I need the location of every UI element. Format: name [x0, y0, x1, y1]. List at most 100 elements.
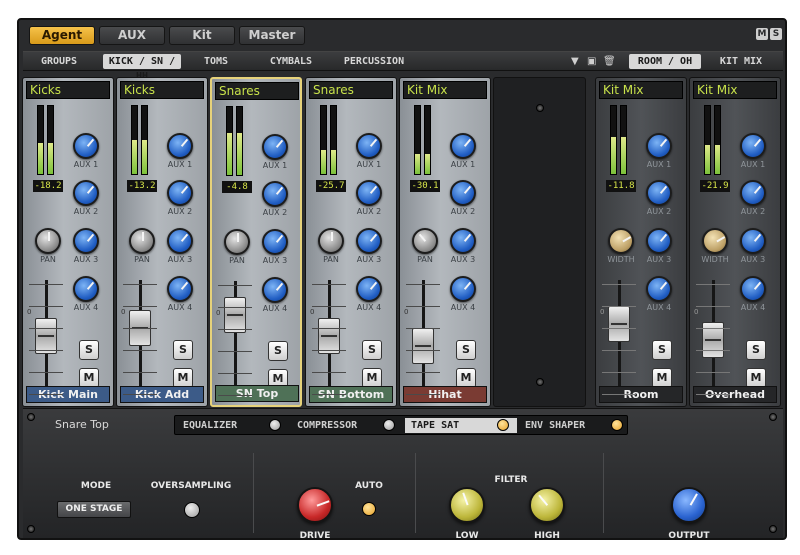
aux3-knob[interactable]	[167, 228, 193, 254]
tab-kit[interactable]: Kit	[169, 26, 235, 45]
group-name[interactable]: Kit Mix	[693, 81, 777, 99]
equalizer-power-led[interactable]	[269, 419, 281, 431]
aux1-knob[interactable]	[167, 133, 193, 159]
pan-knob[interactable]	[35, 228, 61, 254]
mute-button[interactable]: M	[456, 368, 476, 388]
aux4-knob[interactable]	[73, 276, 99, 302]
level-meter	[330, 105, 337, 175]
pan-knob[interactable]	[412, 228, 438, 254]
aux4-knob[interactable]	[262, 277, 288, 303]
group-tab-cymbals[interactable]: CYMBALS	[259, 54, 323, 69]
save-icon[interactable]: ▣	[587, 56, 596, 68]
group-name[interactable]: Kicks	[26, 81, 110, 99]
aux2-knob[interactable]	[356, 180, 382, 206]
mute-button[interactable]: M	[173, 368, 193, 388]
mode-selector[interactable]: ONE STAGE	[57, 501, 131, 518]
volume-fader[interactable]	[318, 318, 340, 354]
aux2-knob[interactable]	[73, 180, 99, 206]
fader-zero-mark: 0	[404, 308, 409, 316]
fader-scale-tick	[602, 394, 636, 395]
aux2-knob[interactable]	[262, 181, 288, 207]
level-readout: -11.8	[606, 180, 636, 192]
filter-high-knob[interactable]	[529, 487, 565, 523]
aux2-knob[interactable]	[740, 180, 766, 206]
aux1-knob[interactable]	[262, 134, 288, 160]
solo-button[interactable]: S	[173, 340, 193, 360]
output-label: OUTPUT	[668, 531, 710, 541]
solo-button[interactable]: S	[456, 340, 476, 360]
volume-fader[interactable]	[35, 318, 57, 354]
group-tab-toms[interactable]: TOMS	[191, 54, 241, 69]
solo-button[interactable]: S	[746, 340, 766, 360]
aux2-knob[interactable]	[167, 180, 193, 206]
group-tab-kick-sn-hh[interactable]: KICK / SN / HH	[103, 54, 181, 82]
tab-agent[interactable]: Agent	[29, 26, 95, 45]
aux3-knob[interactable]	[73, 228, 99, 254]
aux1-knob[interactable]	[356, 133, 382, 159]
width-knob[interactable]	[702, 228, 728, 254]
aux1-knob[interactable]	[740, 133, 766, 159]
tab-master[interactable]: Master	[239, 26, 305, 45]
volume-fader[interactable]	[608, 306, 630, 342]
mute-button[interactable]: M	[362, 368, 382, 388]
tape-sat-power-led[interactable]	[497, 419, 509, 431]
aux3-knob[interactable]	[740, 228, 766, 254]
tab-aux[interactable]: AUX	[99, 26, 165, 45]
env-shaper-power-led[interactable]	[611, 419, 623, 431]
level-meter	[704, 105, 711, 175]
aux2-knob[interactable]	[646, 180, 672, 206]
volume-fader[interactable]	[224, 297, 246, 333]
aux4-knob[interactable]	[356, 276, 382, 302]
aux3-knob[interactable]	[356, 228, 382, 254]
solo-button[interactable]: S	[79, 340, 99, 360]
level-meter	[236, 106, 243, 176]
output-knob[interactable]	[671, 487, 707, 523]
group-name[interactable]: Kit Mix	[403, 81, 487, 99]
fader-scale-tick	[406, 350, 440, 351]
filter-low-knob[interactable]	[449, 487, 485, 523]
aux1-knob[interactable]	[73, 133, 99, 159]
aux3-knob[interactable]	[646, 228, 672, 254]
mute-button[interactable]: M	[79, 368, 99, 388]
view-tab-kit-mix[interactable]: KIT MIX	[709, 54, 773, 69]
fader-scale-tick	[123, 328, 157, 329]
pan-knob[interactable]	[224, 229, 250, 255]
drive-knob[interactable]	[297, 487, 333, 523]
aux3-knob[interactable]	[262, 229, 288, 255]
aux1-knob[interactable]	[646, 133, 672, 159]
view-tab-room-oh[interactable]: ROOM / OH	[629, 54, 701, 69]
compressor-power-led[interactable]	[383, 419, 395, 431]
aux4-knob[interactable]	[646, 276, 672, 302]
solo-button[interactable]: S	[652, 340, 672, 360]
pan-label: PAN	[40, 255, 56, 264]
pan-knob[interactable]	[318, 228, 344, 254]
trash-icon[interactable]: 🗑	[603, 56, 616, 68]
oversampling-toggle[interactable]	[184, 502, 200, 518]
volume-fader[interactable]	[412, 328, 434, 364]
group-name[interactable]: Snares	[215, 82, 299, 100]
aux4-knob[interactable]	[740, 276, 766, 302]
group-tab-groups[interactable]: GROUPS	[29, 54, 89, 69]
fader-scale-tick	[406, 372, 440, 373]
pan-knob[interactable]	[129, 228, 155, 254]
aux4-knob[interactable]	[167, 276, 193, 302]
group-tab-percussion[interactable]: PERCUSSION	[335, 54, 413, 69]
auto-toggle[interactable]	[362, 502, 376, 516]
group-name[interactable]: Snares	[309, 81, 393, 99]
aux4-label: AUX 4	[262, 304, 288, 313]
dropdown-arrow-icon[interactable]: ▼	[571, 56, 579, 68]
channel-name[interactable]: SN Top	[215, 385, 299, 402]
aux3-knob[interactable]	[450, 228, 476, 254]
group-name[interactable]: Kicks	[120, 81, 204, 99]
group-name[interactable]: Kit Mix	[599, 81, 683, 99]
width-knob[interactable]	[608, 228, 634, 254]
fader-zero-mark: 0	[121, 308, 126, 316]
mute-button[interactable]: M	[652, 368, 672, 388]
aux4-label: AUX 4	[646, 303, 672, 312]
aux4-knob[interactable]	[450, 276, 476, 302]
aux1-knob[interactable]	[450, 133, 476, 159]
aux2-knob[interactable]	[450, 180, 476, 206]
solo-button[interactable]: S	[362, 340, 382, 360]
solo-button[interactable]: S	[268, 341, 288, 361]
mute-button[interactable]: M	[746, 368, 766, 388]
